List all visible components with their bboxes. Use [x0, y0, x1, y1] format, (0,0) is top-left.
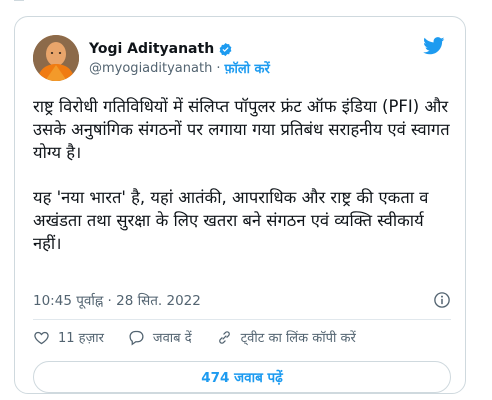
- twitter-bird-icon[interactable]: [423, 37, 445, 55]
- read-replies-button[interactable]: 474 जवाब पढ़ें: [33, 361, 451, 393]
- author-display-name[interactable]: Yogi Adityanath: [89, 41, 214, 57]
- like-button[interactable]: 11 हज़ार: [33, 328, 104, 346]
- copy-link-label: ट्वीट का लिंक कॉपी करें: [240, 331, 356, 346]
- reply-label: जवाब दें: [152, 331, 192, 346]
- author-name-row: Yogi Adityanath: [89, 39, 233, 59]
- link-icon: [218, 330, 230, 344]
- handle-separator: ·: [216, 60, 221, 76]
- tweet-meta-row: 10:45 पूर्वाह्न · 28 सित. 2022: [33, 289, 451, 311]
- tweet-paragraph-2: यह 'नया भारत' है, यहां आतंकी, आपराधिक और…: [33, 188, 429, 253]
- tweet-timestamp[interactable]: 10:45 पूर्वाह्न · 28 सित. 2022: [33, 291, 201, 309]
- like-count: 11 हज़ार: [58, 331, 104, 346]
- heart-icon: [34, 331, 49, 344]
- tweet-paragraph-1: राष्ट्र विरोधी गतिविधियों में संलिप्त पॉ…: [33, 97, 450, 162]
- reply-bubble-icon: [129, 330, 144, 345]
- tweet-actions: 11 हज़ार जवाब दें ट्वीट का लिंक कॉपी करे…: [33, 323, 451, 351]
- tweet-card: Yogi Adityanath @myogiadityanath · फ़ॉलो…: [14, 16, 466, 394]
- author-handle[interactable]: @myogiadityanath: [89, 61, 212, 76]
- actions-divider: [33, 319, 451, 320]
- info-icon[interactable]: [433, 291, 451, 309]
- copy-link-button[interactable]: ट्वीट का लिंक कॉपी करें: [216, 328, 356, 346]
- verified-badge-icon: [219, 42, 232, 56]
- top-divider: [14, 0, 24, 5]
- tweet-text: राष्ट्र विरोधी गतिविधियों में संलिप्त पॉ…: [33, 95, 451, 277]
- avatar[interactable]: [33, 35, 79, 81]
- author-handle-row: @myogiadityanath · फ़ॉलो करें: [89, 59, 270, 78]
- reply-button[interactable]: जवाब दें: [128, 328, 192, 346]
- follow-button[interactable]: फ़ॉलो करें: [224, 59, 269, 77]
